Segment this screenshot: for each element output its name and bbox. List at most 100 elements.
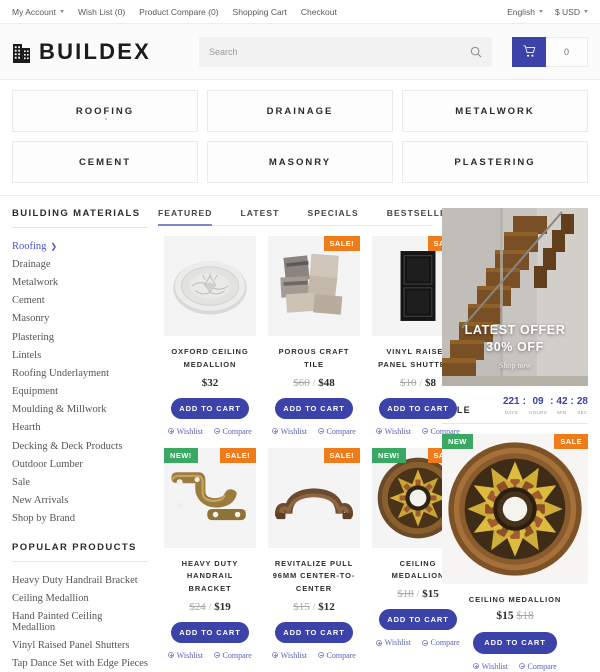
product-card[interactable]: OXFORD CEILING MEDALLION $32 ADD TO CART… — [158, 236, 262, 448]
search-button[interactable] — [470, 46, 482, 58]
add-to-cart-button[interactable]: ADD TO CART — [379, 609, 457, 630]
brand-name: BUILDEX — [39, 38, 151, 64]
offer-cta-link[interactable]: Shop now — [499, 361, 531, 370]
compare-action[interactable]: Compare — [318, 427, 356, 436]
latest-offer-banner[interactable]: LATEST OFFER 30% OFF Shop now — [442, 208, 588, 386]
compare-icon — [422, 428, 429, 434]
product-card[interactable]: NEW! SALE! HEAVY DUTY HANDRAIL BRACKET $… — [158, 447, 262, 672]
compare-action[interactable]: Compare — [214, 427, 252, 436]
revitalize-pull-image — [274, 487, 354, 519]
wishlist-action[interactable]: Wishlist — [168, 651, 203, 660]
sidebar-item-shop-by-brand[interactable]: Shop by Brand — [12, 510, 148, 528]
countdown-separator: : — [570, 396, 574, 407]
compare-icon — [214, 652, 221, 659]
sidebar-item-outdoor-lumber[interactable]: Outdoor Lumber — [12, 455, 148, 473]
popular-item-tap-dance-set-with-edge-pieces[interactable]: Tap Dance Set with Edge Pieces — [12, 655, 148, 672]
product-price-current: $15 — [422, 588, 439, 600]
add-to-cart-button[interactable]: ADD TO CART — [379, 397, 457, 419]
top-link-checkout[interactable]: Checkout — [301, 7, 337, 17]
sidebar-item-moulding-millwork[interactable]: Moulding & Millwork — [12, 401, 148, 419]
wishlist-action[interactable]: Wishlist — [168, 427, 203, 436]
tab-latest[interactable]: LATEST — [240, 208, 279, 225]
offer-headline: LATEST OFFER — [464, 323, 566, 337]
cart-button[interactable] — [512, 36, 546, 67]
compare-icon — [422, 639, 429, 646]
sidebar-item-plastering[interactable]: Plastering — [12, 328, 148, 346]
compare-action[interactable]: Compare — [214, 651, 252, 660]
compare-action[interactable]: Compare — [422, 638, 460, 647]
search-input[interactable] — [208, 46, 470, 57]
language-selector[interactable]: English — [507, 7, 543, 17]
top-link-wish-list[interactable]: Wish List (0) — [78, 7, 125, 17]
wishlist-action[interactable]: Wishlist — [376, 638, 411, 647]
product-image[interactable] — [164, 236, 256, 336]
add-to-cart-button[interactable]: ADD TO CART — [171, 397, 249, 419]
sidebar-item-decking-deck-products[interactable]: Decking & Deck Products — [12, 437, 148, 455]
category-tile-metalwork[interactable]: METALWORK — [402, 90, 588, 132]
badge-spacer — [268, 448, 324, 463]
top-link-label: My Account — [12, 6, 56, 17]
new-badge: NEW! — [164, 447, 198, 463]
currency-selector[interactable]: $ USD — [555, 7, 588, 17]
add-to-cart-button[interactable]: ADD TO CART — [275, 621, 353, 643]
popular-item-hand-painted-ceiling-medallion[interactable]: Hand Painted Ceiling Medallion — [12, 607, 148, 636]
product-card[interactable]: SALE! REVITALIZE PULL 96MM CENTER-TO-CEN… — [262, 447, 366, 672]
search-bar — [198, 36, 492, 67]
category-tile-masonry[interactable]: MASONRY — [207, 141, 393, 183]
product-price-current: $12 — [318, 600, 335, 613]
wishlist-action[interactable]: Wishlist — [473, 662, 508, 671]
sidebar-item-sale[interactable]: Sale — [12, 473, 148, 491]
compare-action[interactable]: Compare — [519, 662, 557, 671]
site-logo[interactable]: BUILDEX — [12, 39, 151, 65]
category-tile-plastering[interactable]: PLASTERING — [402, 141, 588, 183]
product-title: HEAVY DUTY HANDRAIL BRACKET — [181, 558, 239, 594]
popular-item-vinyl-raised-panel-shutters[interactable]: Vinyl Raised Panel Shutters — [12, 637, 148, 655]
compare-label: Compare — [222, 426, 252, 436]
add-to-cart-button[interactable]: ADD TO CART — [171, 621, 249, 643]
sale-add-to-cart-button[interactable]: ADD TO CART — [473, 631, 557, 654]
sidebar-item-roofing-underlayment[interactable]: Roofing Underlayment — [12, 364, 148, 382]
sidebar-item-roofing[interactable]: Roofing ❯ — [12, 237, 148, 255]
sale-product-image[interactable]: NEW SALE — [442, 433, 588, 584]
compare-icon — [519, 663, 526, 669]
category-tile-cement[interactable]: CEMENT — [12, 141, 198, 183]
wishlist-icon — [272, 652, 279, 659]
sidebar-item-new-arrivals[interactable]: New Arrivals — [12, 492, 148, 510]
sidebar-item-cement[interactable]: Cement — [12, 292, 148, 310]
new-badge: NEW! — [372, 447, 406, 463]
product-price: $18 / $15 — [372, 588, 464, 600]
sale-price-current: $15 — [496, 609, 514, 622]
wishlist-action[interactable]: Wishlist — [272, 427, 307, 436]
main-content: BUILDING MATERIALS Roofing ❯ Drainage Me… — [0, 196, 600, 672]
compare-action[interactable]: Compare — [318, 651, 356, 660]
product-image[interactable]: SALE! — [268, 447, 360, 548]
sidebar-item-metalwork[interactable]: Metalwork — [12, 273, 148, 291]
tab-specials[interactable]: SPECIALS — [307, 208, 358, 225]
category-tile-roofing[interactable]: ROOFING — [12, 90, 198, 132]
tab-featured[interactable]: FEATURED — [158, 208, 213, 226]
compare-label: Compare — [430, 638, 460, 647]
product-price-current: $32 — [201, 376, 219, 389]
sidebar-item-hearth[interactable]: Hearth — [12, 419, 148, 437]
sidebar-item-lintels[interactable]: Lintels — [12, 346, 148, 364]
sidebar-item-drainage[interactable]: Drainage — [12, 255, 148, 273]
product-card[interactable]: SALE! POROUS CRAFT TILE $60 / $48 ADD TO… — [262, 236, 366, 448]
wishlist-action[interactable]: Wishlist — [376, 427, 411, 436]
category-tile-drainage[interactable]: DRAINAGE — [207, 90, 393, 132]
sidebar-item-equipment[interactable]: Equipment — [12, 383, 148, 401]
popular-item-ceiling-medallion[interactable]: Ceiling Medallion — [12, 589, 148, 607]
product-image[interactable]: SALE! — [268, 236, 360, 336]
top-link-shopping-cart[interactable]: Shopping Cart — [233, 7, 287, 17]
sidebar-heading-popular-products: POPULAR PRODUCTS — [12, 542, 148, 562]
search-icon — [470, 46, 482, 57]
top-utility-bar: My Account Wish List (0) Product Compare… — [0, 0, 600, 24]
top-link-product-compare[interactable]: Product Compare (0) — [139, 7, 218, 17]
popular-item-heavy-duty-handrail-bracket[interactable]: Heavy Duty Handrail Bracket — [12, 571, 148, 589]
add-to-cart-button[interactable]: ADD TO CART — [275, 397, 353, 419]
product-image[interactable]: NEW! SALE! — [164, 447, 256, 548]
language-label: English — [507, 6, 535, 17]
top-link-my-account[interactable]: My Account — [12, 7, 64, 17]
sidebar-item-masonry[interactable]: Masonry — [12, 310, 148, 328]
product-title: POROUS CRAFT TILE — [278, 347, 350, 369]
wishlist-action[interactable]: Wishlist — [272, 651, 307, 660]
